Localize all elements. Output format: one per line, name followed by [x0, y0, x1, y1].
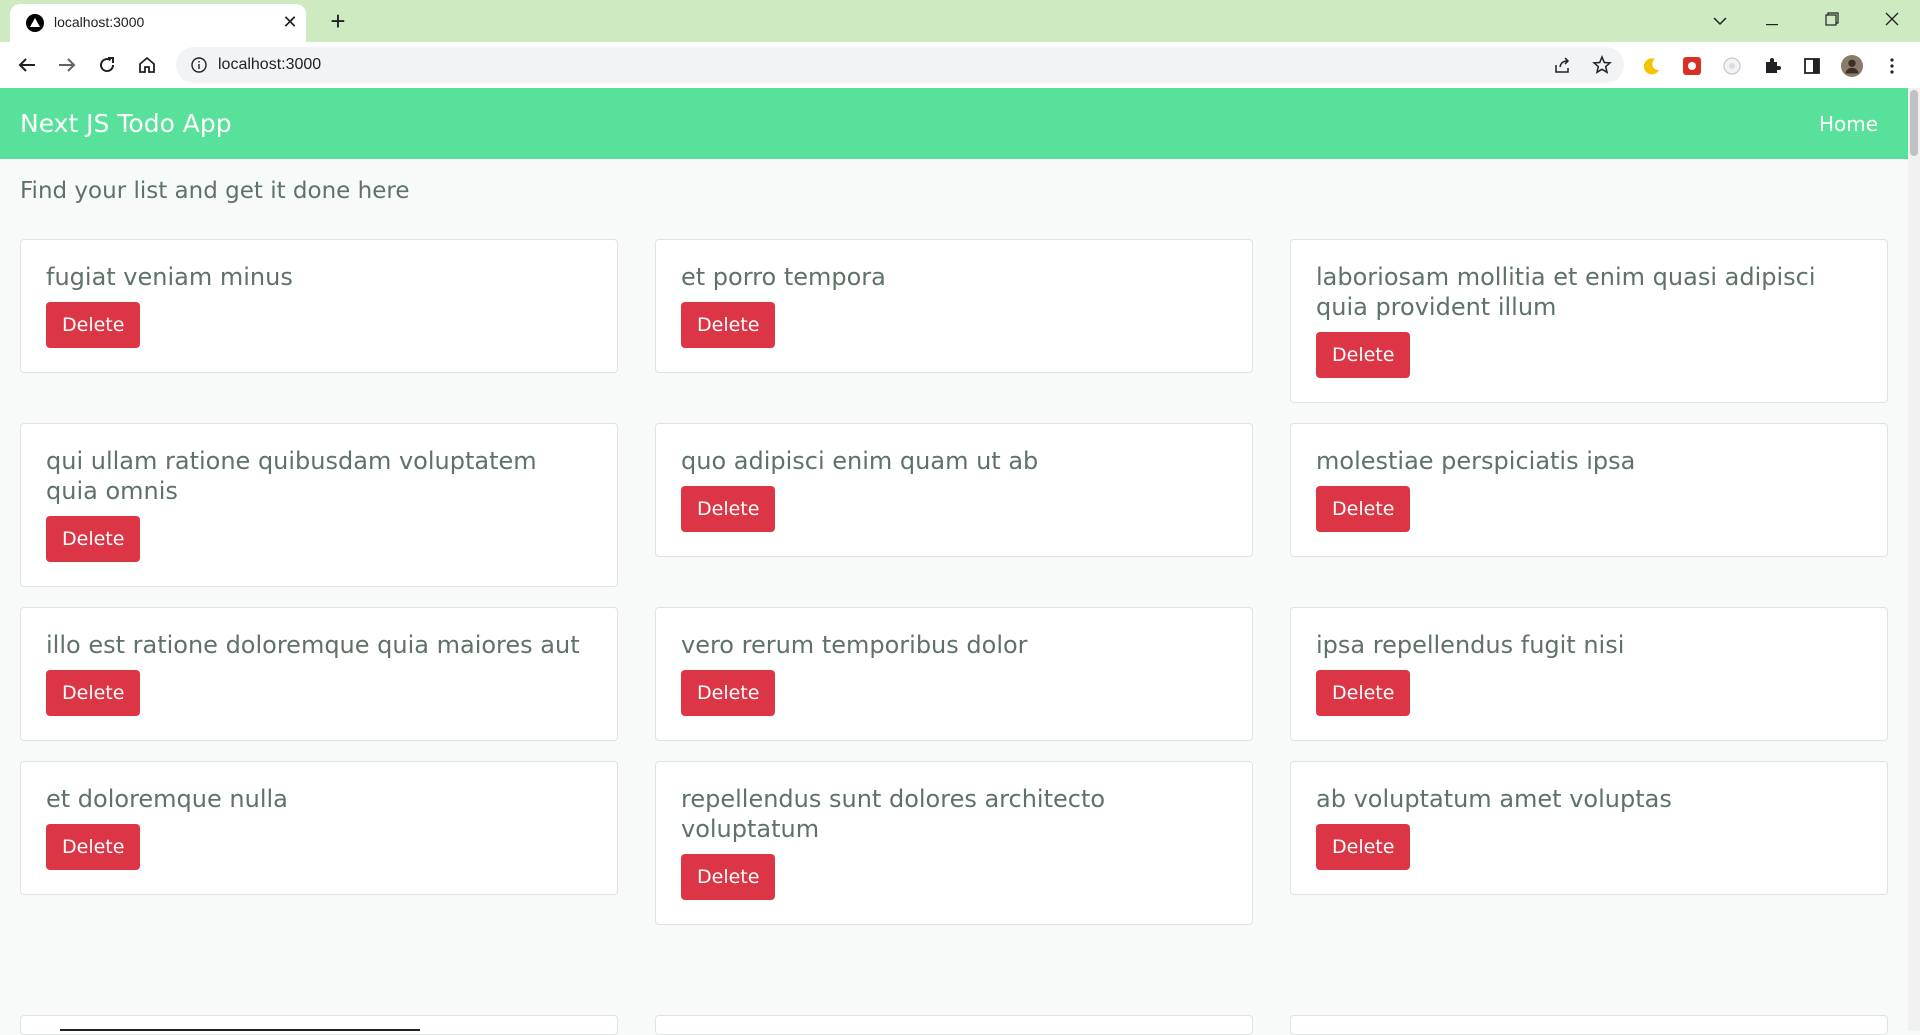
site-info-icon[interactable]	[190, 56, 208, 74]
todo-grid: fugiat veniam minus Delete et porro temp…	[20, 239, 1888, 925]
new-tab-icon[interactable]: +	[324, 8, 352, 36]
todo-card: et porro tempora Delete	[655, 239, 1253, 373]
delete-button[interactable]: Delete	[1316, 332, 1411, 378]
back-arrow-icon[interactable]	[12, 50, 42, 80]
delete-button[interactable]: Delete	[681, 302, 776, 348]
todo-title: qui ullam ratione quibusdam voluptatem q…	[46, 447, 537, 505]
delete-button[interactable]: Delete	[1316, 824, 1411, 870]
extensions-puzzle-icon[interactable]	[1761, 55, 1783, 77]
todo-card: et doloremque nulla Delete	[20, 761, 618, 895]
scrollbar-thumb[interactable]	[1910, 90, 1918, 156]
todo-card: vero rerum temporibus dolor Delete	[655, 607, 1253, 741]
page-scrollbar[interactable]	[1908, 88, 1920, 1031]
forward-arrow-icon[interactable]	[52, 50, 82, 80]
delete-button[interactable]: Delete	[681, 486, 776, 532]
todo-title: illo est ratione doloremque quia maiores…	[46, 631, 580, 659]
browser-toolbar: localhost:3000	[0, 42, 1920, 89]
tab-search-chevron-icon[interactable]	[1700, 6, 1740, 36]
reload-icon[interactable]	[92, 50, 122, 80]
url-text[interactable]: localhost:3000	[218, 56, 321, 74]
todo-card: ab voluptatum amet voluptas Delete	[1290, 761, 1888, 895]
red-extension-icon[interactable]	[1681, 55, 1703, 77]
todo-title: ipsa repellendus fugit nisi	[1316, 631, 1625, 659]
todo-title: ab voluptatum amet voluptas	[1316, 785, 1672, 813]
delete-button[interactable]: Delete	[1316, 486, 1411, 532]
todo-card: fugiat veniam minus Delete	[20, 239, 618, 373]
delete-button[interactable]: Delete	[46, 516, 141, 562]
todo-card: ipsa repellendus fugit nisi Delete	[1290, 607, 1888, 741]
minimize-icon[interactable]	[1752, 6, 1792, 36]
delete-button[interactable]: Delete	[46, 824, 141, 870]
todo-title: repellendus sunt dolores architecto volu…	[681, 785, 1106, 843]
delete-button[interactable]: Delete	[46, 670, 141, 716]
browser-tab[interactable]: localhost:3000 ✕	[10, 4, 306, 42]
todo-card: laboriosam mollitia et enim quasi adipis…	[1290, 239, 1888, 403]
delete-button[interactable]: Delete	[46, 302, 141, 348]
todo-title: et doloremque nulla	[46, 785, 288, 813]
white-extension-icon[interactable]	[1721, 55, 1743, 77]
todo-title: quo adipisci enim quam ut ab	[681, 447, 1039, 475]
restore-icon[interactable]	[1812, 6, 1852, 36]
bookmark-star-icon[interactable]	[1592, 55, 1612, 75]
todo-title: fugiat veniam minus	[46, 263, 293, 291]
todo-card: quo adipisci enim quam ut ab Delete	[655, 423, 1253, 557]
todo-card-partial	[20, 1015, 618, 1035]
delete-button[interactable]: Delete	[681, 670, 776, 716]
moon-extension-icon[interactable]	[1641, 55, 1663, 77]
home-icon[interactable]	[132, 50, 162, 80]
side-panel-icon[interactable]	[1801, 55, 1823, 77]
browser-tabstrip: localhost:3000 ✕ +	[0, 0, 1920, 42]
todo-title: et porro tempora	[681, 263, 886, 291]
nextjs-favicon-icon	[26, 14, 44, 32]
todo-title: molestiae perspiciatis ipsa	[1316, 447, 1636, 475]
todo-card: illo est ratione doloremque quia maiores…	[20, 607, 618, 741]
todo-card: molestiae perspiciatis ipsa Delete	[1290, 423, 1888, 557]
todo-card-partial	[1290, 1015, 1888, 1035]
todo-card: qui ullam ratione quibusdam voluptatem q…	[20, 423, 618, 587]
close-window-icon[interactable]	[1872, 6, 1912, 36]
share-icon[interactable]	[1552, 55, 1572, 75]
navbar-brand[interactable]: Next JS Todo App	[20, 109, 232, 138]
address-bar[interactable]: localhost:3000	[176, 47, 1624, 83]
todo-card-partial	[655, 1015, 1253, 1035]
todo-title: vero rerum temporibus dolor	[681, 631, 1028, 659]
page-subtitle: Find your list and get it done here	[20, 178, 410, 204]
todo-title: laboriosam mollitia et enim quasi adipis…	[1316, 263, 1816, 321]
close-tab-icon[interactable]: ✕	[280, 13, 300, 33]
profile-avatar[interactable]	[1841, 55, 1863, 77]
more-menu-icon[interactable]	[1881, 55, 1903, 77]
delete-button[interactable]: Delete	[1316, 670, 1411, 716]
tab-title: localhost:3000	[54, 14, 145, 30]
nav-home-link[interactable]: Home	[1819, 112, 1878, 136]
todo-card: repellendus sunt dolores architecto volu…	[655, 761, 1253, 925]
app-navbar: Next JS Todo App Home	[0, 88, 1908, 159]
delete-button[interactable]: Delete	[681, 854, 776, 900]
